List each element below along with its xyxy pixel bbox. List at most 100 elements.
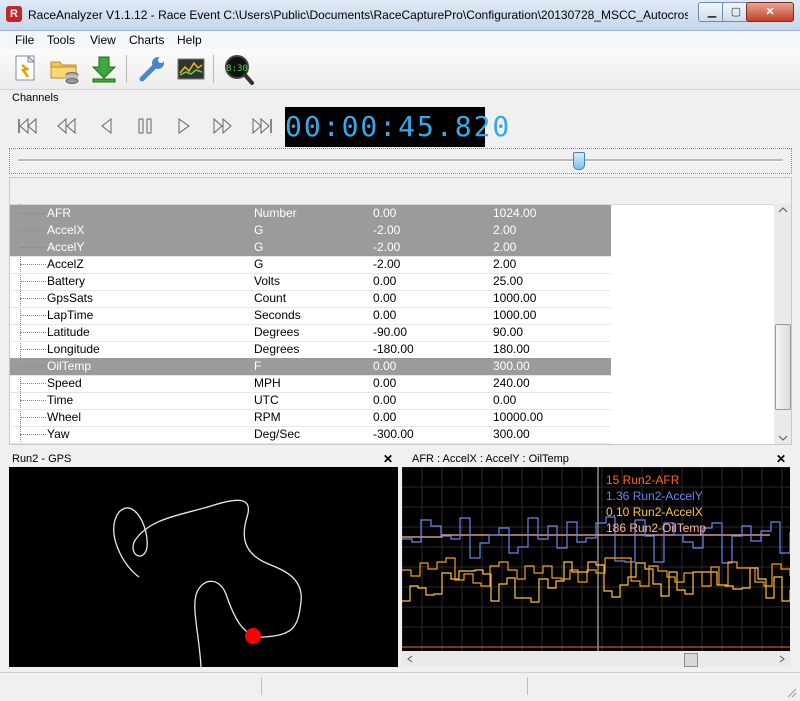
channel-row[interactable]: AFR Number 0.00 1024.00 [10,205,611,223]
play-icon[interactable] [173,117,197,135]
channel-row[interactable]: AccelX G -2.00 2.00 [10,222,611,240]
channel-row[interactable]: LapTime Seconds 0.00 1000.00 [10,307,611,325]
channel-row[interactable]: GpsSats Count 0.00 1000.00 [10,290,611,308]
tree-connector-line [20,281,46,283]
channel-name: Longitude [47,342,100,356]
scroll-right-icon[interactable] [778,655,786,663]
channel-row[interactable]: Time UTC 0.00 0.00 [10,392,611,410]
menu-view[interactable]: View [90,33,116,47]
step-back-icon[interactable] [95,117,119,135]
title-bar: R RaceAnalyzer V1.1.12 - Race Event C:\U… [0,0,800,31]
channel-name: LapTime [47,308,94,322]
channel-min: 0.00 [373,359,397,373]
status-bar [0,672,800,701]
toolbar: 8:30 [0,49,800,90]
channel-max: 0.00 [493,393,517,407]
channel-units: Deg/Sec [254,427,301,441]
channel-row[interactable]: Yaw Deg/Sec -300.00 300.00 [10,426,611,444]
channel-name: Latitude [47,325,90,339]
resize-grip-icon[interactable] [786,687,798,699]
channel-row[interactable]: Longitude Degrees -180.00 180.00 [10,341,611,359]
channel-min: 0.00 [373,308,397,322]
download-icon[interactable] [88,53,120,85]
gauge-magnifier-icon[interactable]: 8:30 [222,53,254,85]
menu-file[interactable]: File [15,33,34,47]
scroll-up-icon[interactable] [778,206,788,214]
channel-min: 0.00 [373,291,397,305]
channel-min: 0.00 [373,393,397,407]
channel-max: 2.00 [493,240,517,254]
gps-track-map[interactable] [9,467,398,668]
chart-panel-title: AFR : AccelX : AccelY : OilTemp [412,453,569,465]
scroll-down-icon[interactable] [778,434,788,442]
skip-to-start-icon[interactable] [16,117,40,135]
wrench-icon[interactable] [136,53,168,85]
channel-name: Battery [47,274,86,288]
channel-units: Number [254,206,297,220]
channel-max: 180.00 [493,342,530,356]
channel-max: 300.00 [493,427,530,441]
channel-row[interactable]: AccelY G -2.00 2.00 [10,239,611,257]
close-window-button[interactable]: ✕ [746,2,794,22]
channel-row[interactable]: Speed MPH 0.00 240.00 [10,375,611,393]
menu-bar: File Tools View Charts Help [0,31,800,49]
channel-max: 1000.00 [493,291,537,305]
scroll-thumb[interactable] [775,324,791,410]
new-event-icon[interactable] [10,53,42,85]
channel-units: Seconds [254,308,301,322]
channel-min: 0.00 [373,206,397,220]
channel-max: 90.00 [493,325,524,339]
channel-row[interactable]: Latitude Degrees -90.00 90.00 [10,324,611,342]
channel-units: G [254,223,264,237]
chart-scrollbar[interactable] [402,651,790,667]
pause-icon[interactable] [134,117,158,135]
channel-min: 0.00 [373,410,397,424]
gps-close-icon[interactable]: ✕ [383,451,393,467]
channel-min: 0.00 [373,376,397,390]
channel-units: G [254,257,264,271]
channel-units: MPH [254,376,281,390]
channel-row[interactable]: Battery Volts 0.00 25.00 [10,273,611,291]
channel-name: AFR [47,206,71,220]
legend-accely: 1.36 Run2-AccelY [606,489,703,503]
toolbar-separator [126,55,127,83]
channel-scrollbar[interactable] [774,204,791,444]
channel-name: Time [47,393,74,407]
menu-charts[interactable]: Charts [129,33,164,47]
scroll-left-icon[interactable] [406,655,414,663]
tree-connector-line [20,400,46,402]
channel-name: GpsSats [47,291,94,305]
skip-to-end-icon[interactable] [250,117,274,135]
channel-tree: AFR Number 0.00 1024.00 AccelX G -2.00 2.00 Acce… [9,177,792,445]
chart-close-icon[interactable]: ✕ [776,451,786,467]
channel-min: -2.00 [373,240,401,254]
timeline-track [18,159,783,162]
menu-help[interactable]: Help [177,33,202,47]
channel-name: AccelZ [47,257,84,271]
chart-scroll-thumb[interactable] [684,653,698,667]
channel-min: -2.00 [373,257,401,271]
tree-connector-line [20,366,46,368]
open-folder-icon[interactable] [48,53,80,85]
status-separator [261,677,262,695]
tree-connector-line [20,315,46,317]
channel-max: 2.00 [493,223,517,237]
menu-tools[interactable]: Tools [47,33,75,47]
channel-row[interactable]: Wheel RPM 0.00 10000.00 [10,409,611,427]
channel-min: -90.00 [373,325,408,339]
chart-icon[interactable] [175,53,207,85]
legend-afr: 15 Run2-AFR [606,473,680,487]
channel-units: F [254,359,262,373]
status-separator [527,677,528,695]
channel-row[interactable]: OilTemp F 0.00 300.00 [10,358,611,376]
channel-row[interactable]: AccelZ G -2.00 2.00 [10,256,611,274]
timeline-thumb[interactable] [573,152,585,170]
series-accely [402,516,791,564]
timeline-slider[interactable] [9,148,792,174]
fast-forward-icon[interactable] [211,117,235,135]
channel-units: Count [254,291,287,305]
line-chart[interactable]: 15 Run2-AFR 1.36 Run2-AccelY 0.10 Run2-A… [401,466,791,651]
tree-connector-line [20,349,46,351]
rewind-icon[interactable] [55,117,79,135]
channel-tree-header [10,178,791,205]
